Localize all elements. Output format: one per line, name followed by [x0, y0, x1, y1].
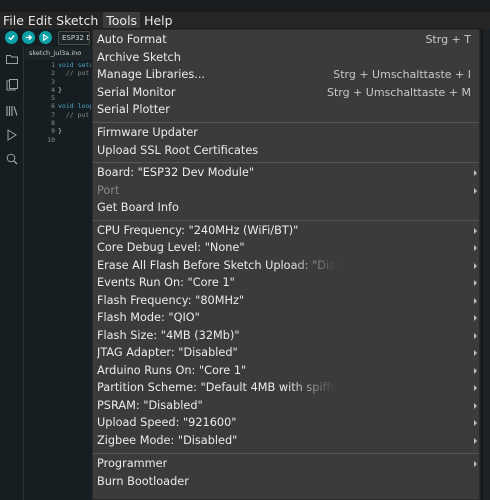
menu-item-firmware-updater[interactable]: Firmware Updater — [93, 124, 479, 142]
menu-item-zigbee-mode[interactable]: Zigbee Mode: "Disabled" — [93, 432, 479, 450]
right-panel — [480, 29, 490, 500]
menu-item-upload-speed[interactable]: Upload Speed: "921600" — [93, 414, 479, 432]
submenu-arrow-icon — [474, 262, 477, 269]
menu-item-core-debug-level[interactable]: Core Debug Level: "None" — [93, 239, 479, 257]
shortcut-label: Strg + T — [425, 33, 471, 46]
menu-item-erase-all-flash[interactable]: Erase All Flash Before Sketch Upload: "D… — [93, 257, 479, 275]
menu-item-archive-sketch[interactable]: Archive Sketch — [93, 49, 479, 67]
menu-item-psram[interactable]: PSRAM: "Disabled" — [93, 397, 479, 415]
submenu-arrow-icon — [474, 332, 477, 339]
menu-help[interactable]: Help — [144, 12, 177, 29]
line-number: 6 — [51, 102, 55, 111]
debug-panel-icon[interactable] — [5, 128, 19, 142]
menu-item-auto-format[interactable]: Auto Format Strg + T — [93, 31, 479, 49]
submenu-arrow-icon — [474, 297, 477, 304]
arrow-right-icon — [25, 34, 33, 41]
menu-sketch[interactable]: Sketch — [56, 12, 102, 29]
submenu-arrow-icon — [474, 420, 477, 426]
boards-manager-icon[interactable] — [5, 78, 19, 92]
line-number: 8 — [51, 119, 55, 128]
menu-item-serial-plotter[interactable]: Serial Plotter — [93, 101, 479, 119]
library-manager-icon[interactable] — [5, 104, 19, 118]
menu-item-programmer[interactable]: Programmer — [93, 455, 479, 473]
menu-file[interactable]: File — [3, 12, 28, 29]
submenu-arrow-icon — [474, 461, 477, 467]
folder-icon[interactable] — [5, 52, 19, 66]
submenu-arrow-icon — [474, 280, 477, 286]
search-icon[interactable] — [5, 152, 19, 166]
shortcut-label: Strg + Umschalttaste + M — [326, 85, 471, 99]
menu-item-board[interactable]: Board: "ESP32 Dev Module" — [93, 164, 479, 182]
tools-menu-dropdown: Auto Format Strg + T Archive Sketch Mana… — [92, 29, 480, 500]
menu-item-serial-monitor[interactable]: Serial Monitor Strg + Umschalttaste + M — [93, 84, 479, 102]
submenu-arrow-icon — [474, 315, 477, 321]
menu-item-flash-mode[interactable]: Flash Mode: "QIO" — [93, 309, 479, 327]
line-number: 9 — [51, 127, 55, 136]
window-top-strip — [0, 0, 490, 12]
sidebar — [0, 46, 24, 500]
menu-item-flash-size[interactable]: Flash Size: "4MB (32Mb)" — [93, 327, 479, 345]
submenu-arrow-icon — [474, 437, 477, 444]
line-numbers: 1 2 3 4 5 6 7 8 9 10 — [25, 61, 57, 500]
line-number: 4 — [51, 85, 55, 94]
line-number: 5 — [51, 94, 55, 103]
menu-item-get-board-info[interactable]: Get Board Info — [93, 199, 479, 217]
line-number: 10 — [47, 135, 55, 144]
shortcut-label: Strg + Umschalttaste + I — [333, 68, 471, 81]
menu-item-manage-libraries[interactable]: Manage Libraries... Strg + Umschalttaste… — [93, 66, 479, 84]
menu-tools[interactable]: Tools — [103, 12, 141, 29]
submenu-arrow-icon — [474, 170, 477, 176]
submenu-arrow-icon — [474, 350, 477, 356]
menu-item-events-run-on[interactable]: Events Run On: "Core 1" — [93, 274, 479, 292]
menu-separator — [93, 122, 479, 123]
line-number: 2 — [51, 69, 55, 78]
menu-item-arduino-runs-on[interactable]: Arduino Runs On: "Core 1" — [93, 362, 479, 380]
board-selector[interactable]: ESP32 De — [58, 30, 90, 45]
line-number: 1 — [51, 61, 55, 69]
editor-tab[interactable]: sketch_jul3a.ino — [25, 46, 95, 60]
submenu-arrow-icon — [474, 227, 477, 234]
menu-separator — [93, 162, 479, 163]
verify-button[interactable] — [5, 31, 18, 44]
menu-item-partition-scheme[interactable]: Partition Scheme: "Default 4MB with spif… — [93, 379, 479, 397]
menu-item-upload-ssl-root-certificates[interactable]: Upload SSL Root Certificates — [93, 142, 479, 160]
check-icon — [8, 35, 15, 41]
menu-edit[interactable]: Edit — [28, 12, 56, 29]
menu-item-jtag-adapter[interactable]: JTAG Adapter: "Disabled" — [93, 344, 479, 362]
menu-bar: File Edit Sketch Tools Help — [0, 12, 490, 29]
line-number: 3 — [51, 77, 55, 86]
line-number: 7 — [51, 110, 55, 119]
debug-icon — [43, 33, 49, 42]
menu-item-cpu-frequency[interactable]: CPU Frequency: "240MHz (WiFi/BT)" — [93, 222, 479, 240]
submenu-arrow-icon — [474, 187, 477, 194]
submenu-arrow-icon — [474, 367, 477, 374]
menu-separator — [93, 452, 479, 454]
menu-item-flash-frequency[interactable]: Flash Frequency: "80MHz" — [93, 292, 479, 310]
menu-item-burn-bootloader[interactable]: Burn Bootloader — [93, 473, 479, 491]
menu-item-port: Port — [93, 182, 479, 200]
menu-separator — [93, 219, 479, 221]
submenu-arrow-icon — [474, 402, 477, 409]
submenu-arrow-icon — [474, 385, 477, 391]
debug-button[interactable] — [39, 31, 52, 44]
scrollbar[interactable] — [483, 29, 490, 500]
upload-button[interactable] — [22, 31, 35, 44]
submenu-arrow-icon — [474, 245, 477, 251]
